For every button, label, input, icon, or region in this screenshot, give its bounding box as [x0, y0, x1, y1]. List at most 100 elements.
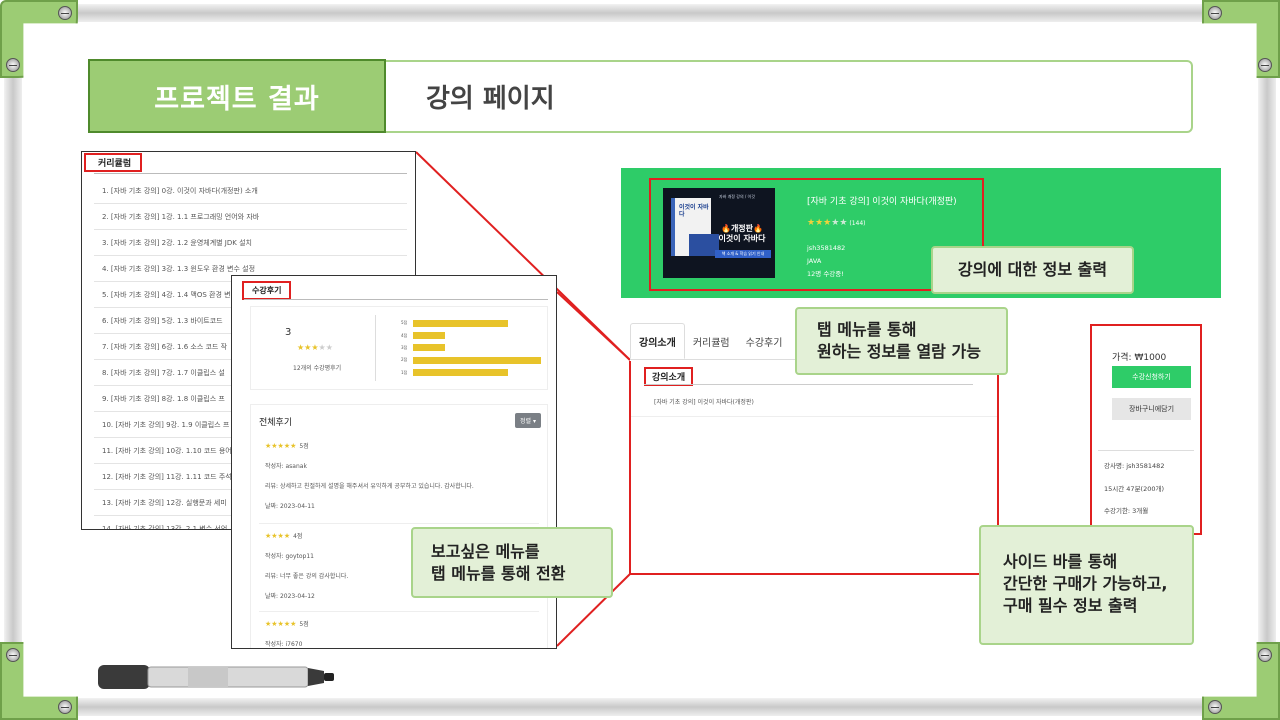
callout-sidebar: 사이드 바를 통해 간단한 구매가 가능하고, 구매 필수 정보 출력 — [979, 525, 1194, 645]
purchase-sidebar: 가격: ₩1000 수강신청하기 장바구니에담기 강사명: jsh3581482… — [1090, 324, 1202, 535]
thumbnail-top-text: 자바 개정 강의 / 이것 — [719, 194, 755, 199]
tab-intro[interactable]: 강의소개 — [630, 323, 685, 359]
thumbnail-line: 이것이 자바다 — [718, 234, 766, 243]
review-author: 작성자: asanak — [265, 463, 307, 470]
rating-bar-label: 1점 — [401, 369, 408, 375]
star-icon: ★ — [311, 343, 319, 352]
rating-bar-row: 3점 — [401, 342, 541, 354]
rating-bar-row: 5점 — [401, 317, 541, 329]
screw-icon — [6, 58, 20, 72]
star-icon: ★ — [839, 218, 848, 228]
divider — [375, 315, 376, 381]
add-to-cart-button[interactable]: 장바구니에담기 — [1112, 398, 1191, 420]
rating-bar-fill — [413, 332, 445, 340]
review-summary: 3 ★★★★★ 12개의 수강평후기 5점 4점 3점 2점 1점 — [250, 306, 548, 390]
star-icon: ★ — [815, 218, 824, 228]
frame-rail-top — [60, 4, 1220, 22]
curriculum-item[interactable]: 2. [자바 기초 강의] 1강. 1.1 프로그래밍 언어와 자바 — [94, 204, 407, 230]
screw-icon — [1258, 648, 1272, 662]
section-label: 프로젝트 결과 — [88, 59, 386, 133]
review-author: 작성자: i7670 — [265, 641, 303, 648]
callout-tab-switch: 보고싶은 메뉴를 탭 메뉴를 통해 전환 — [411, 527, 613, 598]
tab-content-highlight — [629, 361, 999, 575]
review-entry: ★★★★★ 5점 작성자: asanak 리뷰: 상세하고 친절하게 설명을 해주… — [265, 441, 535, 521]
frame-rail-left — [4, 60, 22, 660]
rating-bar-fill — [413, 319, 508, 327]
review-count: 12개의 수강평후기 — [293, 365, 342, 372]
rating-bar-track — [413, 344, 541, 352]
review-stars: ★★★★ — [265, 532, 291, 540]
sort-dropdown[interactable]: 정렬 ▾ — [515, 413, 541, 428]
callout-line: 구매 필수 정보 출력 — [1003, 596, 1138, 615]
review-score: 4점 — [293, 533, 303, 540]
sidebar-instructor: 강사명: jsh3581482 — [1104, 462, 1165, 470]
course-category: JAVA — [807, 257, 822, 265]
review-stars: ★★★★★ — [265, 620, 297, 628]
rating-count: (144) — [849, 220, 866, 227]
all-reviews-title: 전체후기 — [259, 418, 293, 428]
frame-rail-bottom — [60, 698, 1220, 716]
rating-distribution: 5점 4점 3점 2점 1점 — [401, 317, 541, 379]
screw-icon — [6, 648, 20, 662]
rating-bar-row: 1점 — [401, 367, 541, 379]
course-instructor: jsh3581482 — [807, 244, 846, 252]
rating-bar-track — [413, 369, 541, 377]
marker-pen-icon — [98, 665, 334, 689]
callout-course-info: 강의에 대한 정보 출력 — [931, 246, 1134, 294]
average-rating: 3 — [285, 327, 292, 338]
review-entry: ★★★★★ 5점 작성자: i7670 — [265, 619, 535, 648]
rating-bar-label: 2점 — [401, 357, 408, 363]
star-icon: ★★★★★ — [807, 218, 847, 228]
review-stars: ★★★★★ — [265, 442, 297, 450]
frame-rail-right — [1258, 60, 1276, 660]
rating-bar-label: 5점 — [401, 320, 408, 326]
divider — [244, 299, 548, 300]
thumbnail-line: 🔥개정판🔥 — [720, 224, 763, 233]
average-stars: ★★★★★ — [297, 343, 333, 352]
page-title: 강의 페이지 — [386, 60, 1193, 133]
callout-line: 사이드 바를 통해 — [1003, 552, 1118, 571]
curriculum-item[interactable]: 1. [자바 기초 강의] 0강. 이것이 자바다(개정판) 소개 — [94, 178, 407, 204]
callout-tab-menu: 탭 메뉴를 통해 원하는 정보를 열람 가능 — [795, 307, 1008, 375]
callout-line: 보고싶은 메뉴를 — [431, 542, 540, 561]
sidebar-duration: 15시간 47분(200개) — [1104, 485, 1165, 493]
tab-bar: 강의소개 커리큘럼 수강후기 — [630, 323, 790, 359]
rating-bar-label: 4점 — [401, 332, 408, 338]
divider — [259, 611, 539, 612]
callout-line: 원하는 정보를 열람 가능 — [817, 342, 981, 361]
curriculum-title: 커리큘럼 — [84, 153, 143, 172]
screw-icon — [1208, 6, 1222, 20]
star-icon: ★ — [807, 218, 816, 228]
divider — [1098, 450, 1194, 451]
course-meta: jsh3581482 JAVA 12명 수강중! — [807, 242, 845, 281]
book-title: 이것이 자바다 — [679, 204, 709, 218]
course-title: [자바 기초 강의] 이것이 자바다(개정판) — [807, 197, 957, 207]
book-cover-icon: 이것이 자바다 — [671, 198, 719, 256]
course-thumbnail[interactable]: 자바 개정 강의 / 이것 이것이 자바다 🔥개정판🔥 이것이 자바다 책 소개… — [663, 188, 775, 278]
screw-icon — [1208, 700, 1222, 714]
callout-line: 탭 메뉴를 통해 — [817, 320, 917, 339]
rating-bar-track — [413, 332, 541, 340]
rating-bar-fill — [413, 356, 541, 364]
curriculum-item[interactable]: 3. [자바 기초 강의] 2강. 1.2 윤영체계별 JDK 설치 — [94, 230, 407, 256]
thumbnail-subtitle: 책 소개 & 학습 읽기 안내 — [715, 250, 771, 258]
tab-curriculum[interactable]: 커리큘럼 — [685, 323, 738, 359]
rating-bar-track — [413, 319, 541, 327]
review-date: 날짜: 2023-04-11 — [265, 503, 315, 510]
star-icon: ★ — [318, 343, 326, 352]
screw-icon — [58, 700, 72, 714]
price-label: 가격: ₩1000 — [1112, 353, 1167, 363]
rating-bar-row: 2점 — [401, 354, 541, 366]
review-score: 5점 — [299, 443, 309, 450]
tab-reviews[interactable]: 수강후기 — [738, 323, 791, 359]
rating-bar-label: 3점 — [401, 344, 408, 350]
callout-line: 간단한 구매가 가능하고, — [1003, 574, 1168, 593]
rating-bar-track — [413, 356, 541, 364]
course-rating: ★★★★★ (144) — [807, 218, 866, 228]
review-score: 5점 — [299, 621, 309, 628]
enroll-button[interactable]: 수강신청하기 — [1112, 366, 1191, 388]
divider — [94, 173, 407, 174]
review-title: 수강후기 — [242, 281, 292, 300]
rating-bar-row: 4점 — [401, 329, 541, 341]
course-students: 12명 수강중! — [807, 270, 844, 278]
